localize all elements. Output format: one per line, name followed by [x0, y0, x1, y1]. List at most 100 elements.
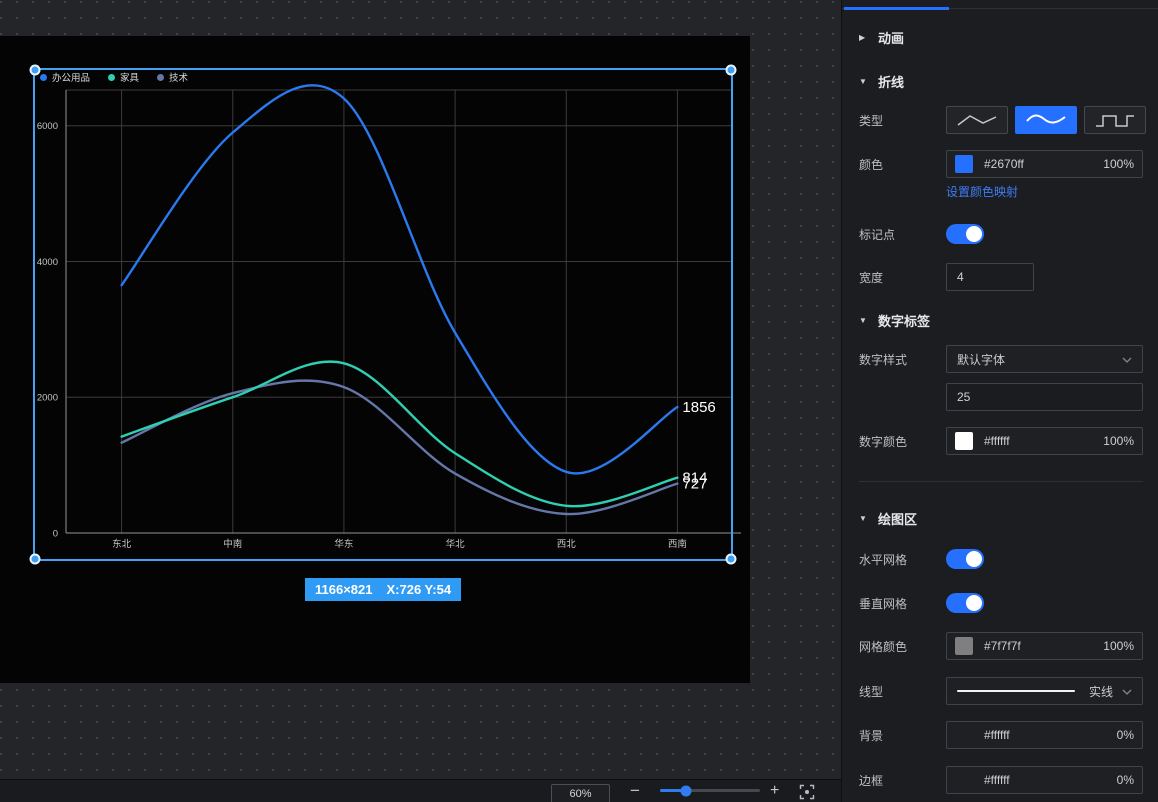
- svg-text:华北: 华北: [446, 538, 466, 550]
- plot-border-input[interactable]: #ffffff 0%: [946, 766, 1143, 794]
- svg-text:西南: 西南: [668, 538, 687, 550]
- grid-line-type-select[interactable]: 实线: [946, 677, 1143, 705]
- line-width-row: 宽度: [859, 263, 1143, 291]
- svg-text:0: 0: [53, 529, 58, 540]
- plot-background-input[interactable]: #ffffff 0%: [946, 721, 1143, 749]
- legend-item[interactable]: 技术: [157, 70, 188, 84]
- marker-row: 标记点: [859, 220, 1143, 248]
- grid-line-type-row: 线型 实线: [859, 677, 1143, 705]
- number-color-opacity[interactable]: 100%: [1103, 434, 1134, 448]
- number-color-input[interactable]: #ffffff 100%: [946, 427, 1143, 455]
- plot-background-opacity[interactable]: 0%: [1117, 728, 1134, 742]
- zoom-level-input[interactable]: [551, 784, 610, 802]
- number-style-label: 数字样式: [859, 351, 946, 368]
- line-color-opacity[interactable]: 100%: [1103, 157, 1134, 171]
- section-line-title: 折线: [878, 72, 904, 91]
- svg-text:华东: 华东: [334, 538, 353, 550]
- legend-dot-icon: [108, 74, 115, 81]
- svg-text:西北: 西北: [557, 539, 577, 550]
- smooth-line-icon: [1024, 110, 1068, 130]
- number-color-row: 数字颜色 #ffffff 100%: [859, 427, 1143, 455]
- legend-label: 家具: [120, 70, 139, 84]
- marker-toggle[interactable]: [946, 224, 984, 244]
- step-line-icon: [1093, 110, 1137, 130]
- plot-background-row: 背景 #ffffff 0%: [859, 721, 1143, 749]
- plot-border-row: 边框 #ffffff 0%: [859, 766, 1143, 794]
- plot-border-value: #ffffff: [984, 773, 1010, 787]
- resize-handle-bottom-right[interactable]: [726, 554, 737, 565]
- legend-dot-icon: [40, 74, 47, 81]
- line-color-swatch[interactable]: [955, 155, 973, 173]
- bottom-toolbar: − +: [0, 779, 841, 802]
- legend-dot-icon: [157, 74, 164, 81]
- number-color-swatch[interactable]: [955, 432, 973, 450]
- v-grid-row: 垂直网格: [859, 589, 1143, 617]
- plot-background-value: #ffffff: [984, 728, 1010, 742]
- font-family-value: 默认字体: [957, 351, 1005, 368]
- grid-color-row: 网格颜色 #7f7f7f 100%: [859, 632, 1143, 660]
- color-mapping-link[interactable]: 设置颜色映射: [946, 183, 1018, 200]
- size-position-badge: 1166×821 X:726 Y:54: [305, 578, 461, 601]
- resize-handle-bottom-left[interactable]: [30, 554, 41, 565]
- line-color-label: 颜色: [859, 156, 946, 173]
- line-type-sharp-button[interactable]: [946, 106, 1008, 134]
- section-number-label[interactable]: ▼ 数字标签: [859, 311, 930, 330]
- active-tab-indicator[interactable]: [844, 7, 949, 10]
- line-color-input[interactable]: #2670ff 100%: [946, 150, 1143, 178]
- legend-item[interactable]: 办公用品: [40, 70, 90, 84]
- number-color-value: #ffffff: [984, 434, 1010, 448]
- svg-text:2000: 2000: [37, 393, 58, 404]
- h-grid-toggle[interactable]: [946, 549, 984, 569]
- zoom-slider-knob[interactable]: [681, 785, 692, 796]
- collapse-down-icon: ▼: [859, 514, 868, 523]
- number-style-row: 数字样式 默认字体: [859, 345, 1143, 373]
- line-width-label: 宽度: [859, 269, 946, 286]
- number-size-row: [859, 383, 1143, 411]
- marker-label: 标记点: [859, 226, 946, 243]
- line-type-step-button[interactable]: [1084, 106, 1146, 134]
- grid-color-input[interactable]: #7f7f7f 100%: [946, 632, 1143, 660]
- section-line[interactable]: ▼ 折线: [859, 72, 904, 91]
- editor-stage: 0200040006000东北中南华东华北西北西南1856814727 办公用品…: [0, 0, 1158, 802]
- section-animation[interactable]: ▶ 动画: [859, 28, 904, 47]
- badge-position: X:726 Y:54: [386, 582, 451, 597]
- section-divider: [859, 481, 1143, 482]
- plot-background-label: 背景: [859, 727, 946, 744]
- grid-color-value: #7f7f7f: [984, 639, 1021, 653]
- legend-item[interactable]: 家具: [108, 70, 139, 84]
- sharp-line-icon: [955, 110, 999, 130]
- line-type-smooth-button[interactable]: [1015, 106, 1077, 134]
- zoom-out-button[interactable]: −: [630, 780, 640, 802]
- number-color-label: 数字颜色: [859, 433, 946, 450]
- zoom-in-button[interactable]: +: [770, 780, 779, 802]
- plot-border-label: 边框: [859, 772, 946, 789]
- line-width-input[interactable]: [946, 263, 1034, 291]
- line-type-label: 类型: [859, 112, 946, 129]
- solid-line-preview: [957, 690, 1075, 692]
- v-grid-toggle[interactable]: [946, 593, 984, 613]
- resize-handle-top-right[interactable]: [726, 65, 737, 76]
- grid-color-opacity[interactable]: 100%: [1103, 639, 1134, 653]
- svg-text:中南: 中南: [223, 538, 242, 550]
- svg-text:东北: 东北: [112, 538, 132, 550]
- font-family-select[interactable]: 默认字体: [946, 345, 1143, 373]
- fit-to-screen-icon[interactable]: [799, 784, 815, 800]
- grid-color-swatch[interactable]: [955, 637, 973, 655]
- h-grid-row: 水平网格: [859, 545, 1143, 573]
- chart-legend: 办公用品 家具 技术: [40, 70, 188, 84]
- legend-label: 办公用品: [52, 70, 90, 84]
- badge-dimensions: 1166×821: [315, 582, 372, 597]
- h-grid-label: 水平网格: [859, 551, 946, 568]
- collapse-down-icon: ▼: [859, 77, 868, 86]
- collapse-down-icon: ▼: [859, 316, 868, 325]
- section-number-label-title: 数字标签: [878, 311, 930, 330]
- svg-text:4000: 4000: [37, 257, 58, 268]
- number-font-size-input[interactable]: [946, 383, 1143, 411]
- plot-border-opacity[interactable]: 0%: [1117, 773, 1134, 787]
- resize-handle-top-left[interactable]: [30, 65, 41, 76]
- zoom-slider[interactable]: [660, 789, 760, 792]
- chevron-down-icon: [1122, 684, 1132, 698]
- grid-line-type-label: 线型: [859, 683, 946, 700]
- section-plot-area[interactable]: ▼ 绘图区: [859, 509, 917, 528]
- svg-text:6000: 6000: [37, 121, 58, 132]
